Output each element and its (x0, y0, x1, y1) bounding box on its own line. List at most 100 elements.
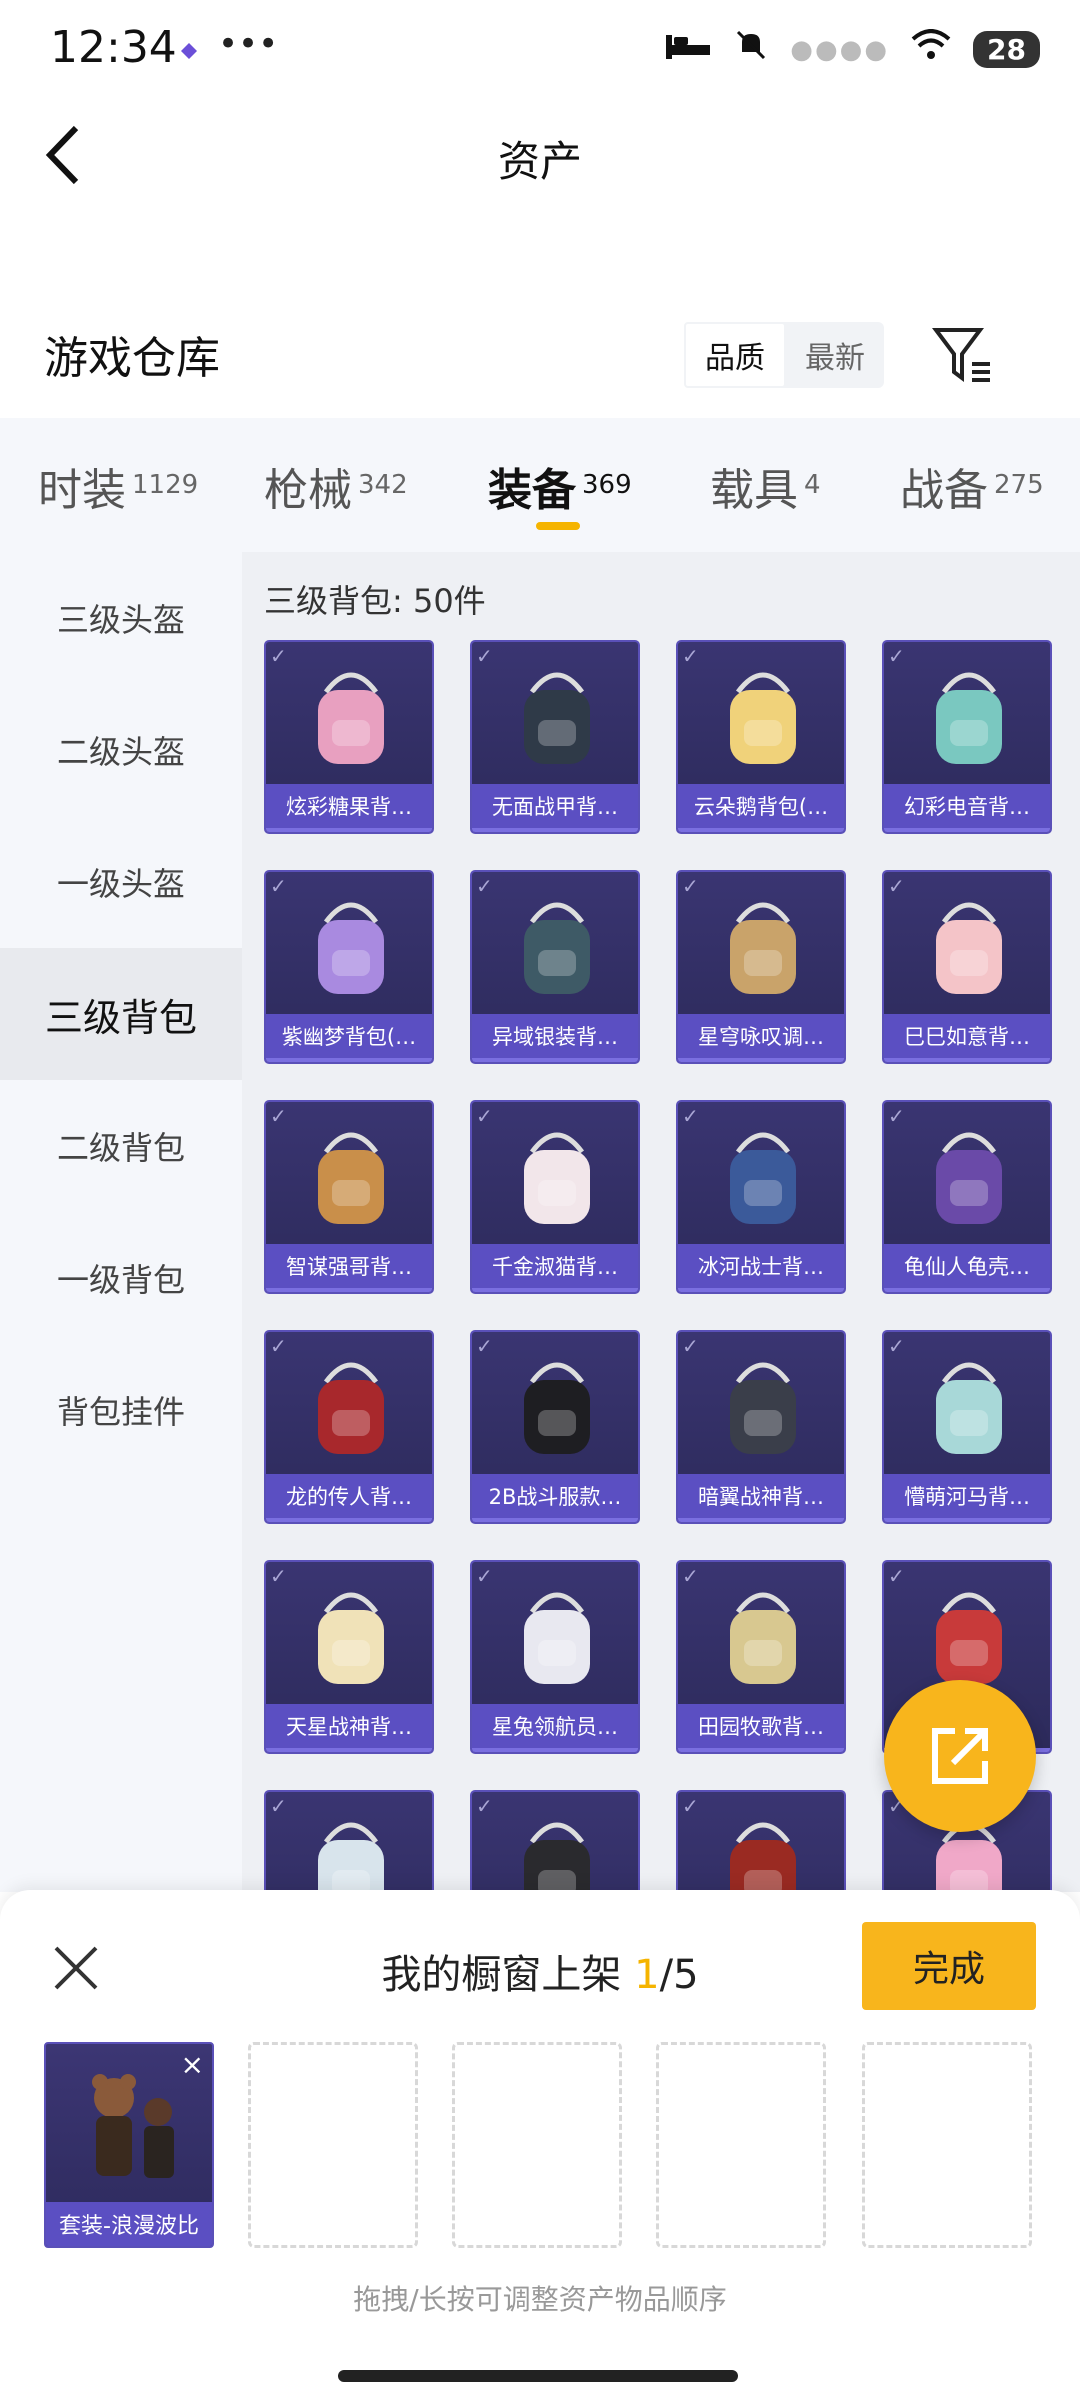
select-check-icon[interactable]: ✓ (270, 874, 296, 898)
backpack-thumbnail (936, 672, 1002, 764)
share-button[interactable] (884, 1680, 1036, 1832)
showcase-slot-empty[interactable] (452, 2042, 622, 2248)
backpack-thumbnail (524, 1592, 590, 1684)
item-name: 异域银装背… (472, 1014, 638, 1058)
done-button[interactable]: 完成 (862, 1922, 1036, 2010)
backpack-thumbnail (936, 902, 1002, 994)
item-card[interactable]: ✓ 无面战甲背… (470, 640, 640, 834)
tab-vehicles[interactable]: 载具 4 (710, 454, 821, 518)
quality-bar (884, 1518, 1050, 1522)
item-card[interactable]: ✓ 紫幽梦背包(… (264, 870, 434, 1064)
item-name: 龟仙人龟壳… (884, 1244, 1050, 1288)
mute-icon (734, 28, 768, 71)
item-card[interactable]: ✓ 田园牧歌背… (676, 1560, 846, 1754)
item-card[interactable]: ✓ 星穹咏叹调… (676, 870, 846, 1064)
system-icons: ●●●● 28 (664, 28, 1040, 71)
tab-supplies[interactable]: 战备 275 (900, 454, 1044, 518)
select-check-icon[interactable]: ✓ (682, 1794, 708, 1818)
showcase-slot-filled[interactable]: × 套装-浪漫波比 (44, 2042, 214, 2248)
quality-bar (472, 828, 638, 832)
item-card[interactable]: ✓ 炫彩糖果背… (264, 640, 434, 834)
backpack-thumbnail (730, 1362, 796, 1454)
select-check-icon[interactable]: ✓ (270, 644, 296, 668)
select-check-icon[interactable]: ✓ (888, 1564, 914, 1588)
showcase-slot-empty[interactable] (656, 2042, 826, 2248)
backpack-thumbnail (318, 1822, 384, 1892)
select-check-icon[interactable]: ✓ (270, 1564, 296, 1588)
bed-icon (664, 30, 712, 70)
sidebar-item-backpack-charm[interactable]: 背包挂件 (0, 1344, 242, 1476)
select-check-icon[interactable]: ✓ (682, 1564, 708, 1588)
select-check-icon[interactable]: ✓ (682, 1104, 708, 1128)
status-bar: 12:34 ••• ●●●● 28 (0, 0, 1080, 100)
slot-item-name: 套装-浪漫波比 (46, 2202, 212, 2246)
item-card[interactable]: ✓ 龙的传人背… (264, 1330, 434, 1524)
tab-firearms[interactable]: 枪械 342 (264, 454, 408, 518)
select-check-icon[interactable]: ✓ (270, 1794, 296, 1818)
select-check-icon[interactable]: ✓ (682, 1334, 708, 1358)
item-card[interactable]: ✓ 千金淑猫背… (470, 1100, 640, 1294)
item-card[interactable]: ✓ 智谋强哥背… (264, 1100, 434, 1294)
item-card[interactable]: ✓ 天星战神背… (264, 1560, 434, 1754)
item-card[interactable]: ✓ 云朵鹅背包(… (676, 640, 846, 834)
item-card[interactable]: ✓ 懵萌河马背… (882, 1330, 1052, 1524)
backpack-thumbnail (730, 902, 796, 994)
backpack-thumbnail (936, 1592, 1002, 1684)
item-card[interactable]: ✓ 冰河战士背… (676, 1100, 846, 1294)
quality-bar (472, 1518, 638, 1522)
backpack-thumbnail (936, 1132, 1002, 1224)
backpack-thumbnail (524, 672, 590, 764)
select-check-icon[interactable]: ✓ (476, 1334, 502, 1358)
item-name: 暗翼战神背… (678, 1474, 844, 1518)
showcase-slot-empty[interactable] (248, 2042, 418, 2248)
select-check-icon[interactable]: ✓ (476, 644, 502, 668)
item-card[interactable]: ✓ 幻彩电音背… (882, 640, 1052, 834)
tab-equipment[interactable]: 装备 369 (488, 454, 632, 518)
clock: 12:34 (50, 22, 177, 73)
sidebar-item-level1-backpack[interactable]: 一级背包 (0, 1212, 242, 1344)
item-card[interactable]: ✓ (470, 1790, 640, 1892)
item-card[interactable]: ✓ 龟仙人龟壳… (882, 1100, 1052, 1294)
select-check-icon[interactable]: ✓ (476, 874, 502, 898)
item-card[interactable]: ✓ (676, 1790, 846, 1892)
filter-icon[interactable] (928, 320, 998, 390)
item-card[interactable]: ✓ 异域银装背… (470, 870, 640, 1064)
item-name: 千金淑猫背… (472, 1244, 638, 1288)
select-check-icon[interactable]: ✓ (888, 874, 914, 898)
item-card[interactable]: ✓ 星兔领航员… (470, 1560, 640, 1754)
select-check-icon[interactable]: ✓ (682, 874, 708, 898)
select-check-icon[interactable]: ✓ (476, 1794, 502, 1818)
sidebar-item-level2-helmet[interactable]: 二级头盔 (0, 684, 242, 816)
sidebar-item-level2-backpack[interactable]: 二级背包 (0, 1080, 242, 1212)
select-check-icon[interactable]: ✓ (888, 1104, 914, 1128)
select-check-icon[interactable]: ✓ (888, 1334, 914, 1358)
item-card[interactable]: ✓ 2B战斗服款… (470, 1330, 640, 1524)
select-check-icon[interactable]: ✓ (270, 1104, 296, 1128)
showcase-slot-empty[interactable] (862, 2042, 1032, 2248)
sidebar-item-level3-backpack[interactable]: 三级背包 (0, 948, 242, 1080)
item-card[interactable]: ✓ 暗翼战神背… (676, 1330, 846, 1524)
remove-item-icon[interactable]: × (181, 2048, 204, 2081)
select-check-icon[interactable]: ✓ (270, 1334, 296, 1358)
sort-newest-button[interactable]: 最新 (786, 322, 884, 388)
home-indicator[interactable] (338, 2370, 738, 2382)
backpack-thumbnail (524, 1822, 590, 1892)
select-check-icon[interactable]: ✓ (888, 644, 914, 668)
item-card[interactable]: ✓ (264, 1790, 434, 1892)
select-check-icon[interactable]: ✓ (476, 1104, 502, 1128)
item-name: 田园牧歌背… (678, 1704, 844, 1748)
tab-fashion[interactable]: 时装 1129 (38, 454, 198, 518)
item-card[interactable]: ✓ 巳巳如意背… (882, 870, 1052, 1064)
sort-quality-button[interactable]: 品质 (684, 322, 786, 388)
select-check-icon[interactable]: ✓ (682, 644, 708, 668)
select-check-icon[interactable]: ✓ (476, 1564, 502, 1588)
quality-bar (266, 1518, 432, 1522)
item-name: 星穹咏叹调… (678, 1014, 844, 1058)
item-name: 天星战神背… (266, 1704, 432, 1748)
item-name: 紫幽梦背包(… (266, 1014, 432, 1058)
quality-bar (678, 1288, 844, 1292)
wifi-icon (911, 29, 951, 70)
item-name: 2B战斗服款… (472, 1474, 638, 1518)
sidebar-item-level3-helmet[interactable]: 三级头盔 (0, 552, 242, 684)
sidebar-item-level1-helmet[interactable]: 一级头盔 (0, 816, 242, 948)
